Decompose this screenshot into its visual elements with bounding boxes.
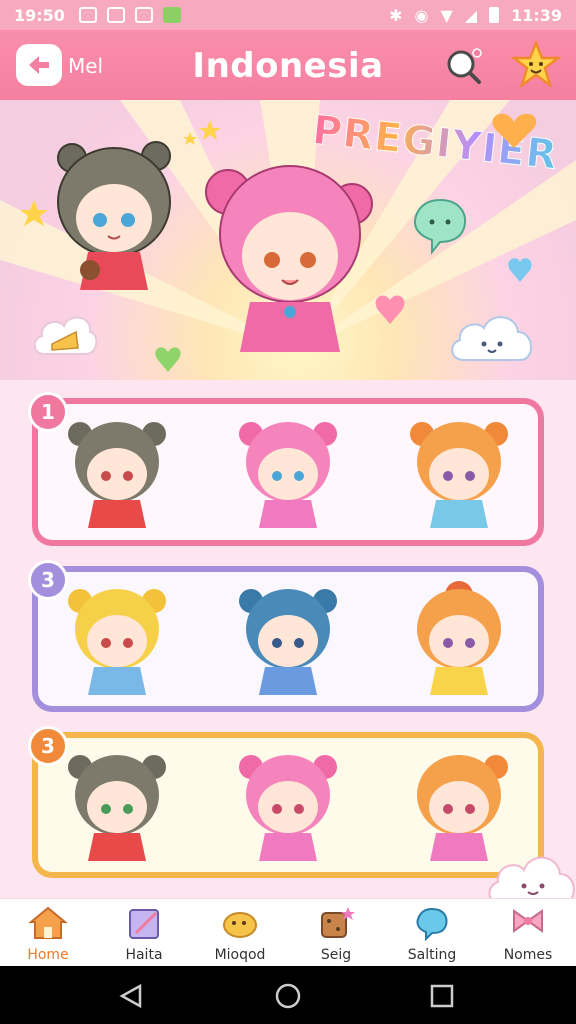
bottom-navigation: Home Haita Mioqod Seig Salting Nomes <box>0 898 576 967</box>
bluetooth-icon: ✱ <box>389 5 403 25</box>
cookie-icon <box>321 907 355 938</box>
signal-icon: ◢ <box>464 5 478 25</box>
character-pink-hair-bun-girl[interactable] <box>233 412 343 532</box>
nav-label: Nomes <box>503 947 553 963</box>
battery-app-icon <box>162 7 181 23</box>
system-recents-icon[interactable] <box>428 982 456 1010</box>
character-group-card[interactable]: 1 <box>28 392 544 546</box>
star-button[interactable] <box>510 39 562 92</box>
screenshot-icon <box>78 7 97 23</box>
app-bar: Mel Indonesia <box>0 30 576 100</box>
nav-label: Haita <box>125 947 163 963</box>
duck-icon <box>223 912 257 938</box>
character-group-card[interactable]: 3 <box>28 726 544 878</box>
status-time: 19:50 <box>14 5 65 25</box>
hero-character-grey-hair[interactable] <box>48 140 188 300</box>
notification-icon <box>134 7 153 23</box>
nav-label: Mioqod <box>214 947 266 963</box>
chat-bubble-icon <box>416 907 448 942</box>
wifi-icon: ▼ <box>440 5 453 25</box>
character-yellow-hair-girl[interactable] <box>62 579 172 699</box>
nav-label: Home <box>27 947 69 963</box>
nav-item-haita[interactable]: Haita <box>99 899 189 963</box>
hero-character-pink-hair[interactable] <box>200 152 380 372</box>
character-pink-hair-girl[interactable] <box>233 745 343 865</box>
cheese-cloud-sticker-icon <box>33 316 98 355</box>
search-icon <box>447 48 482 84</box>
system-navigation-bar <box>0 966 576 1024</box>
bow-icon <box>513 909 543 933</box>
cloud-sticker-icon <box>451 316 532 361</box>
status-bar: 19:50 ✱ ◉ ▼ ◢ 11:39 <box>0 0 576 30</box>
character-orange-hair-bun-girl[interactable] <box>404 412 514 532</box>
book-icon <box>129 909 159 939</box>
nav-item-salting[interactable]: Salting <box>387 899 477 963</box>
nav-item-seig[interactable]: Seig <box>291 899 381 963</box>
nav-item-home[interactable]: Home <box>3 899 93 963</box>
system-back-icon[interactable] <box>118 982 146 1010</box>
house-icon <box>28 906 68 939</box>
nav-label: Salting <box>407 947 457 963</box>
character-grey-hair-bear-girl[interactable] <box>62 412 172 532</box>
character-orange-hair-cap-girl[interactable] <box>404 579 514 699</box>
status-time-right: 11:39 <box>511 5 562 25</box>
page-title: Indonesia <box>192 46 384 86</box>
alarm-icon: ◉ <box>414 5 429 25</box>
nav-item-mioqod[interactable]: Mioqod <box>195 899 285 963</box>
search-button[interactable] <box>444 46 484 86</box>
nav-item-nomes[interactable]: Nomes <box>483 899 573 963</box>
system-home-icon[interactable] <box>274 982 302 1010</box>
character-group-card[interactable]: 3 <box>28 560 544 712</box>
battery-icon <box>489 7 500 23</box>
chat-bubble-sticker-icon <box>414 198 466 255</box>
character-grey-hair-bear-girl[interactable] <box>62 745 172 865</box>
nav-label: Seig <box>320 947 352 963</box>
star-icon <box>510 39 562 89</box>
gamepad-icon <box>106 7 125 23</box>
hero-banner: PREGIYIER <box>0 100 576 380</box>
character-blue-hair-girl[interactable] <box>233 579 343 699</box>
